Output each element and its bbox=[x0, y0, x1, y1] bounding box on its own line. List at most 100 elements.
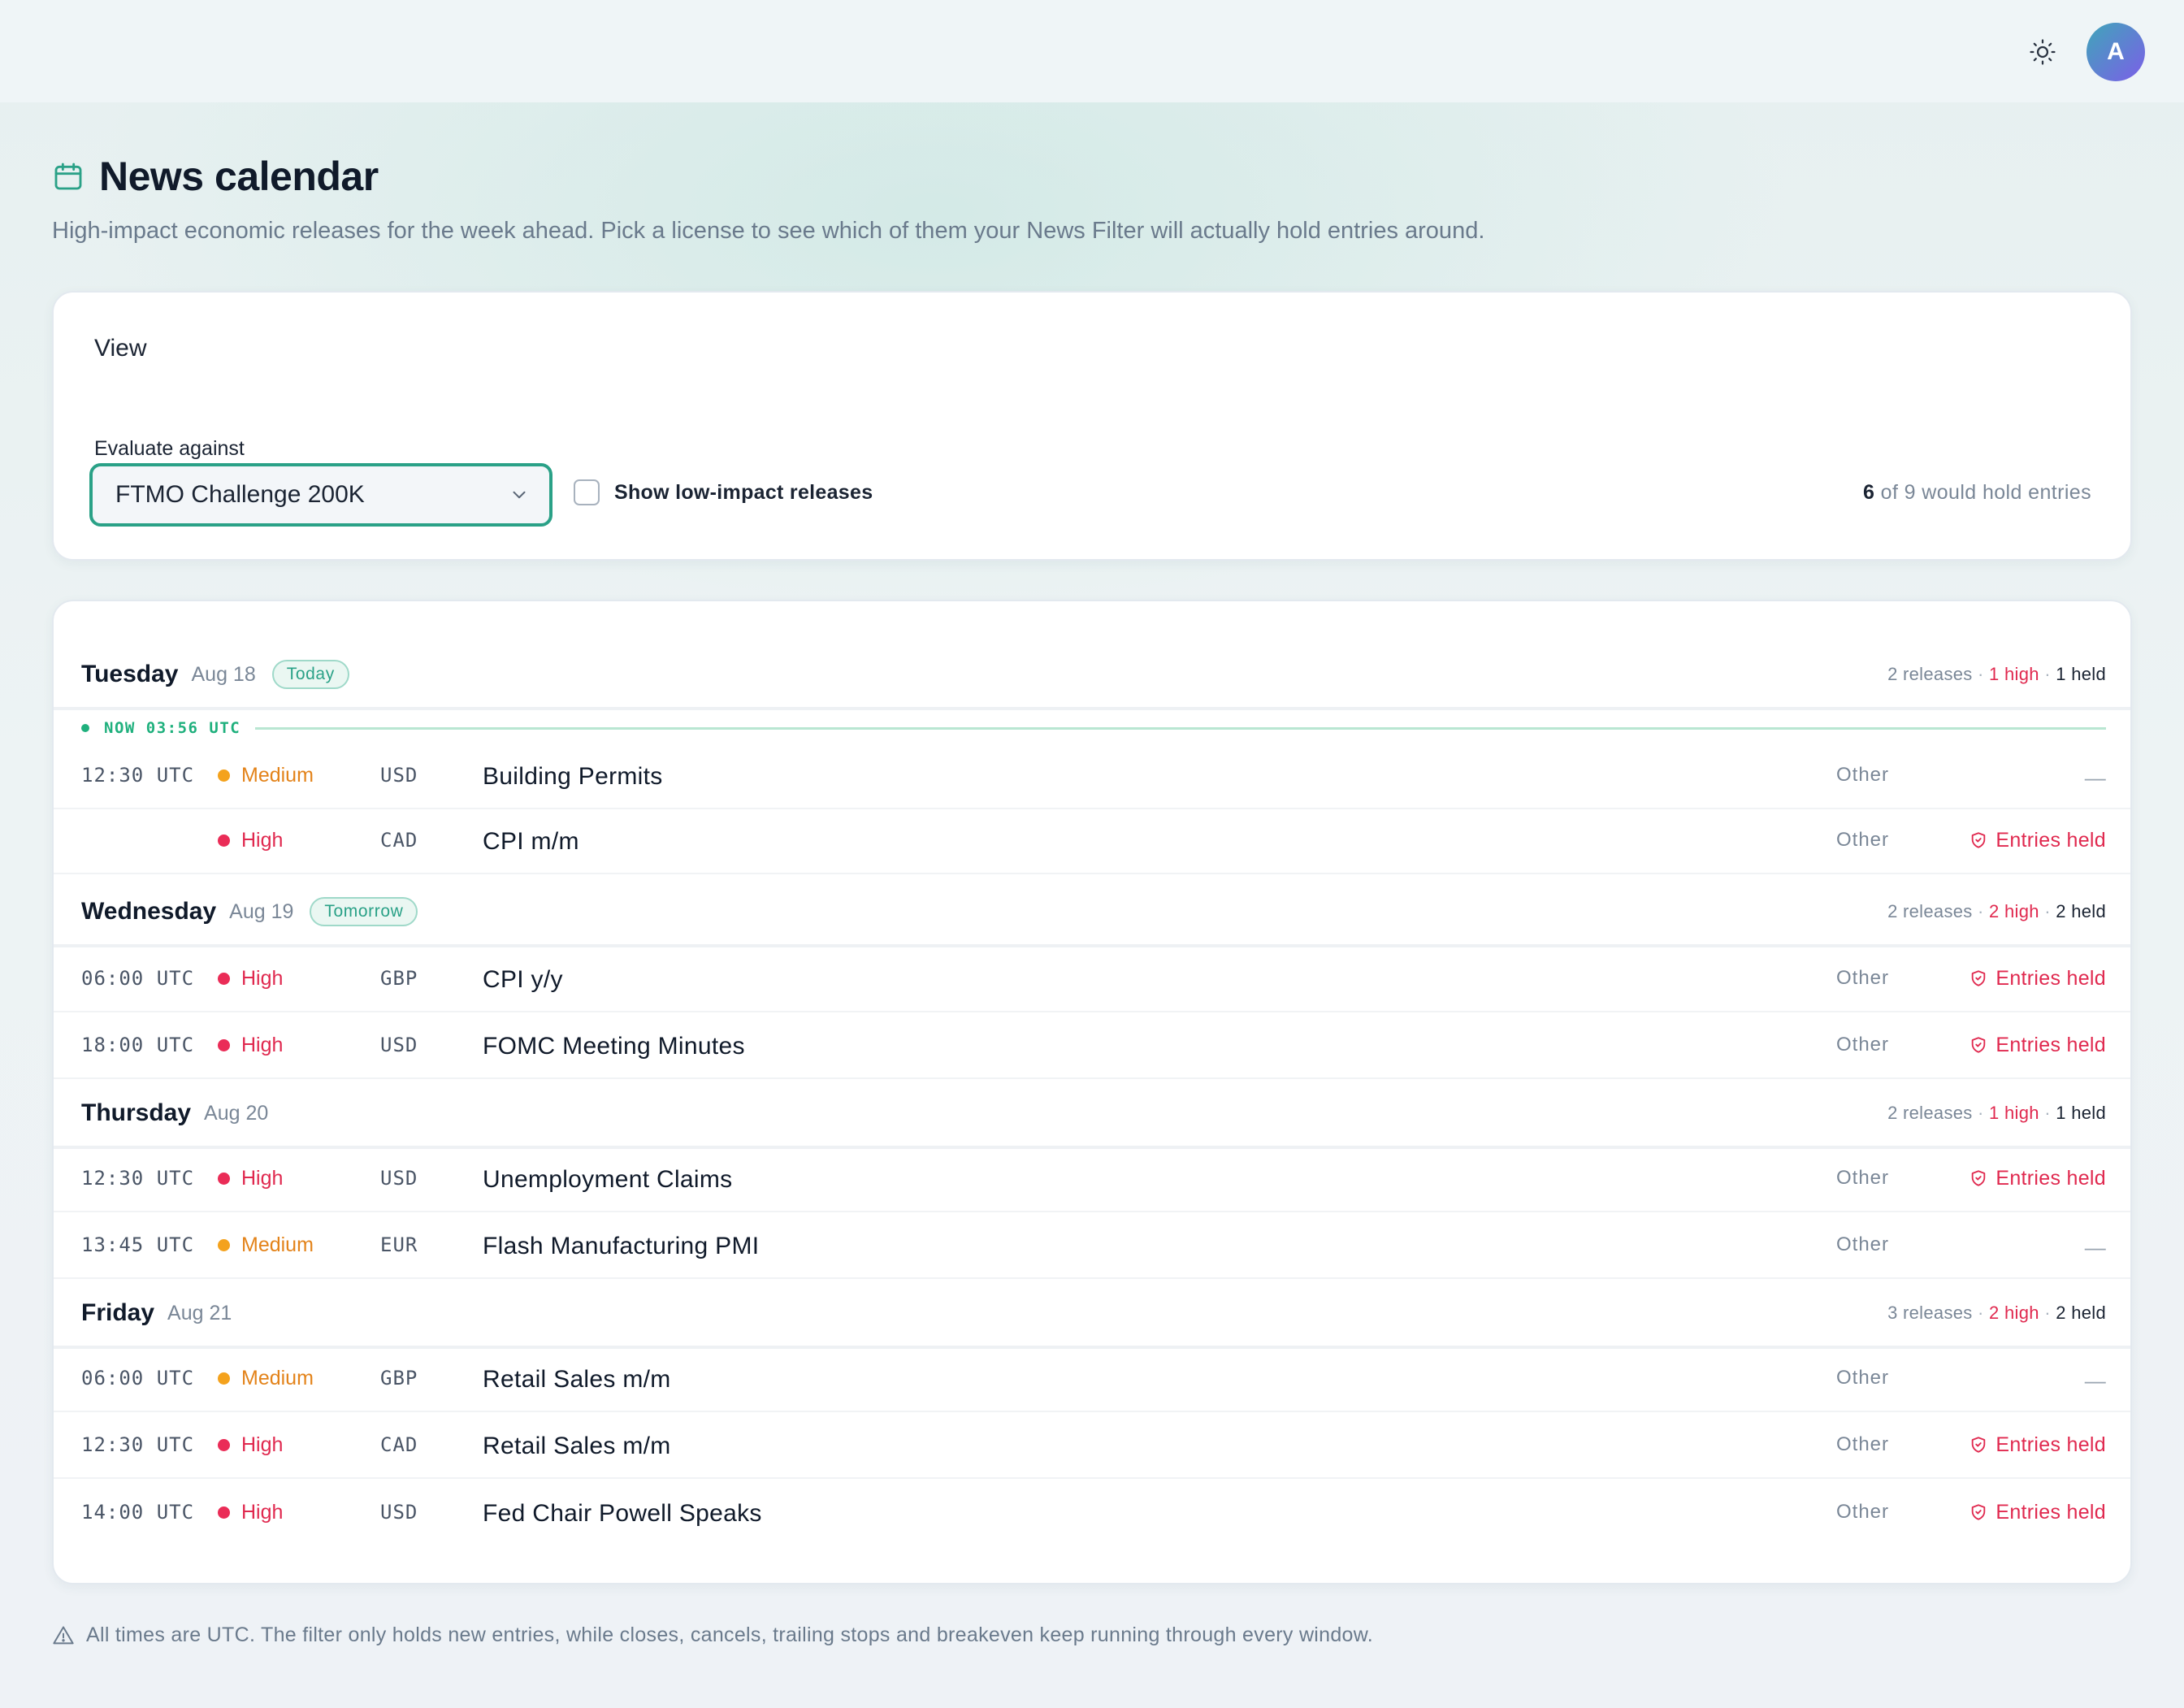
event-status-label: Entries held bbox=[1996, 966, 2106, 990]
event-category: Other bbox=[1836, 829, 1890, 851]
event-impact-label: High bbox=[241, 828, 284, 852]
day-held-count: 1 held bbox=[2056, 664, 2106, 684]
event-status-label: Entries held bbox=[1996, 1033, 2106, 1056]
day-name: Tuesday bbox=[81, 661, 179, 687]
impact-dot bbox=[218, 769, 230, 782]
now-label: NOW 03:56 UTC bbox=[104, 719, 241, 737]
event-time: 13:45 UTC bbox=[81, 1233, 195, 1256]
show-low-impact-checkbox[interactable] bbox=[574, 479, 600, 505]
day-held-count: 2 held bbox=[2056, 901, 2106, 921]
page-header: News calendar bbox=[52, 153, 379, 200]
event-impact: High bbox=[218, 1479, 283, 1545]
avatar[interactable]: A bbox=[2086, 23, 2145, 81]
event-row[interactable]: 06:00 UTC High GBP CPI y/y Other Entries held bbox=[54, 946, 2130, 1012]
event-impact: Medium bbox=[218, 1346, 314, 1411]
day-badge: Today bbox=[271, 660, 349, 689]
event-currency: EUR bbox=[380, 1233, 418, 1256]
event-row[interactable]: 14:00 UTC High USD Fed Chair Powell Speaks O… bbox=[54, 1479, 2130, 1545]
impact-dot bbox=[218, 834, 230, 847]
event-impact: Medium bbox=[218, 1212, 314, 1277]
sun-icon bbox=[2030, 39, 2056, 65]
impact-dot bbox=[218, 1372, 230, 1385]
event-row[interactable]: 12:30 UTC High CAD Retail Sales m/m Other Ent… bbox=[54, 1412, 2130, 1479]
show-low-impact-label[interactable]: Show low-impact releases bbox=[614, 481, 873, 505]
day-stats: 3 releases · 2 high · 2 held bbox=[1887, 1303, 2106, 1323]
day-header: Wednesday Aug 19 Tomorrow 2 releases · 2 hi… bbox=[54, 879, 2130, 947]
event-currency: CAD bbox=[380, 829, 418, 852]
event-row[interactable]: 12:30 UTC Medium USD Building Permits Other — bbox=[54, 743, 2130, 809]
event-impact-label: Medium bbox=[241, 763, 314, 787]
event-name: Retail Sales m/m bbox=[483, 1366, 671, 1393]
event-impact-label: High bbox=[241, 1500, 284, 1524]
event-impact-label: Medium bbox=[241, 1366, 314, 1389]
impact-dot bbox=[218, 1038, 230, 1051]
hold-count: 6 bbox=[1862, 481, 1875, 504]
event-row[interactable]: 13:45 UTC Medium EUR Flash Manufacturing PM… bbox=[54, 1212, 2130, 1279]
event-status[interactable]: Entries held bbox=[1970, 1479, 2106, 1545]
event-row[interactable]: 06:00 UTC Medium GBP Retail Sales m/m Other — bbox=[54, 1346, 2130, 1412]
shield-icon bbox=[1972, 970, 1986, 986]
day-stats: 2 releases · 2 high · 2 held bbox=[1887, 901, 2106, 921]
day-header: Tuesday Aug 18 Today 2 releases · 1 high · … bbox=[54, 642, 2130, 710]
event-impact-label: High bbox=[241, 1433, 284, 1456]
event-name: FOMC Meeting Minutes bbox=[483, 1033, 745, 1060]
day-name: Wednesday bbox=[81, 898, 217, 925]
event-time: 12:30 UTC bbox=[81, 764, 195, 787]
show-low-impact-toggle[interactable]: Show low-impact releases bbox=[574, 479, 873, 505]
day-held-count: 1 held bbox=[2056, 1103, 2106, 1123]
event-row[interactable]: 18:00 UTC High USD FOMC Meeting Minutes Othe… bbox=[54, 1012, 2130, 1079]
warning-icon bbox=[53, 1626, 74, 1644]
event-status-label: — bbox=[2084, 765, 2106, 790]
event-category: Other bbox=[1836, 1034, 1890, 1056]
day-name: Thursday bbox=[81, 1099, 192, 1126]
event-time: 12:30 UTC bbox=[81, 1167, 195, 1190]
day-releases: 2 releases bbox=[1887, 1103, 1973, 1123]
event-currency: USD bbox=[380, 1034, 418, 1056]
event-category: Other bbox=[1836, 1367, 1890, 1389]
event-impact: High bbox=[218, 1012, 283, 1077]
event-status[interactable]: Entries held bbox=[1970, 1146, 2106, 1211]
event-row[interactable]: High CAD CPI m/m Other Entries held bbox=[54, 808, 2130, 874]
event-impact-label: High bbox=[241, 1166, 284, 1190]
event-currency: USD bbox=[380, 1167, 418, 1190]
day-releases: 3 releases bbox=[1887, 1303, 1973, 1323]
event-row[interactable]: 12:30 UTC High USD Unemployment Claims Other… bbox=[54, 1146, 2130, 1212]
event-status[interactable]: Entries held bbox=[1970, 808, 2106, 873]
event-impact-label: High bbox=[241, 1033, 284, 1056]
event-currency: USD bbox=[380, 764, 418, 787]
event-impact: High bbox=[218, 808, 283, 873]
event-status[interactable]: Entries held bbox=[1970, 1012, 2106, 1077]
impact-dot bbox=[218, 1438, 230, 1451]
theme-toggle-button[interactable] bbox=[2026, 36, 2059, 68]
event-status: — bbox=[2085, 1346, 2106, 1411]
shield-icon bbox=[1972, 1504, 1986, 1520]
event-status: — bbox=[2085, 743, 2106, 808]
page-title: News calendar bbox=[99, 154, 379, 199]
now-line bbox=[255, 726, 2106, 730]
event-status[interactable]: Entries held bbox=[1970, 1412, 2106, 1477]
event-category: Other bbox=[1836, 764, 1890, 786]
license-select[interactable]: FTMO Challenge 200K bbox=[89, 463, 552, 527]
event-time: 06:00 UTC bbox=[81, 1367, 195, 1389]
event-status-label: Entries held bbox=[1996, 1166, 2106, 1190]
event-name: CPI y/y bbox=[483, 966, 563, 993]
hold-total-text: of 9 would hold entries bbox=[1880, 481, 2091, 504]
day-high-count: 1 high bbox=[1989, 1103, 2039, 1123]
event-status-label: — bbox=[2084, 1234, 2106, 1259]
event-impact-label: High bbox=[241, 966, 284, 990]
day-stats: 2 releases · 1 high · 1 held bbox=[1887, 1103, 2106, 1123]
top-bar: A bbox=[0, 0, 2184, 102]
hold-summary: 6 of 9 would hold entries bbox=[1863, 481, 2091, 505]
day-stats: 2 releases · 1 high · 1 held bbox=[1887, 664, 2106, 684]
day-high-count: 2 high bbox=[1989, 901, 2039, 921]
event-impact: High bbox=[218, 1146, 283, 1211]
event-status-label: Entries held bbox=[1996, 828, 2106, 852]
event-name: Building Permits bbox=[483, 763, 663, 790]
event-status-label: Entries held bbox=[1996, 1433, 2106, 1456]
day-header: Thursday Aug 20 2 releases · 1 high · 1 he… bbox=[54, 1081, 2130, 1149]
chevron-down-icon bbox=[513, 491, 526, 499]
event-status-label: — bbox=[2084, 1368, 2106, 1393]
event-status[interactable]: Entries held bbox=[1970, 946, 2106, 1011]
impact-dot bbox=[218, 972, 230, 985]
view-title: View bbox=[94, 335, 147, 362]
